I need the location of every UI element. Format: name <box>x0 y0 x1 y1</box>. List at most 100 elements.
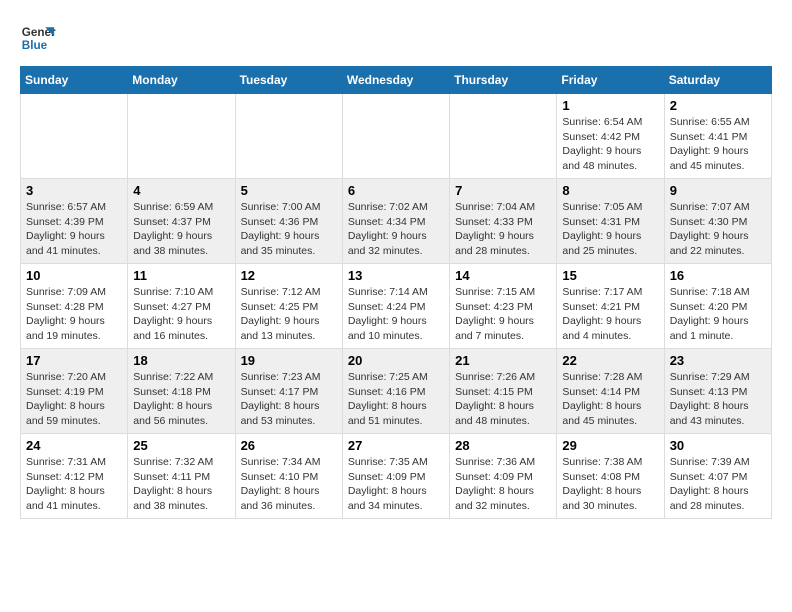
calendar-cell: 5 Sunrise: 7:00 AM Sunset: 4:36 PM Daylig… <box>235 179 342 264</box>
day-info: Sunrise: 7:18 AM Sunset: 4:20 PM Dayligh… <box>670 285 766 344</box>
calendar-cell: 20Sunrise: 7:25 AM Sunset: 4:16 PM Dayli… <box>342 349 449 434</box>
day-info: Sunrise: 6:54 AM Sunset: 4:42 PM Dayligh… <box>562 115 658 174</box>
day-number: 10 <box>26 268 122 283</box>
calendar-cell: 27Sunrise: 7:35 AM Sunset: 4:09 PM Dayli… <box>342 434 449 519</box>
day-info: Sunrise: 7:10 AM Sunset: 4:27 PM Dayligh… <box>133 285 229 344</box>
day-number: 24 <box>26 438 122 453</box>
day-number: 18 <box>133 353 229 368</box>
calendar-cell: 29 Sunrise: 7:38 AM Sunset: 4:08 PM Dayli… <box>557 434 664 519</box>
weekday-header-saturday: Saturday <box>664 67 771 94</box>
calendar-cell: 17 Sunrise: 7:20 AM Sunset: 4:19 PM Dayli… <box>21 349 128 434</box>
day-info: Sunrise: 7:35 AM Sunset: 4:09 PM Dayligh… <box>348 455 444 514</box>
day-info: Sunrise: 6:55 AM Sunset: 4:41 PM Dayligh… <box>670 115 766 174</box>
day-number: 16 <box>670 268 766 283</box>
day-info: Sunrise: 7:22 AM Sunset: 4:18 PM Dayligh… <box>133 370 229 429</box>
calendar-cell: 22 Sunrise: 7:28 AM Sunset: 4:14 PM Dayli… <box>557 349 664 434</box>
day-number: 17 <box>26 353 122 368</box>
calendar-cell <box>235 94 342 179</box>
calendar-cell: 13 Sunrise: 7:14 AM Sunset: 4:24 PM Dayli… <box>342 264 449 349</box>
day-number: 6 <box>348 183 444 198</box>
calendar-cell <box>128 94 235 179</box>
day-info: Sunrise: 7:39 AM Sunset: 4:07 PM Dayligh… <box>670 455 766 514</box>
day-info: Sunrise: 7:15 AM Sunset: 4:23 PM Dayligh… <box>455 285 551 344</box>
calendar-cell: 21 Sunrise: 7:26 AM Sunset: 4:15 PM Dayli… <box>450 349 557 434</box>
calendar-cell: 15Sunrise: 7:17 AM Sunset: 4:21 PM Dayli… <box>557 264 664 349</box>
day-number: 9 <box>670 183 766 198</box>
calendar-cell: 14 Sunrise: 7:15 AM Sunset: 4:23 PM Dayli… <box>450 264 557 349</box>
calendar-cell: 28 Sunrise: 7:36 AM Sunset: 4:09 PM Dayli… <box>450 434 557 519</box>
day-info: Sunrise: 7:29 AM Sunset: 4:13 PM Dayligh… <box>670 370 766 429</box>
calendar-week-row: 24 Sunrise: 7:31 AM Sunset: 4:12 PM Dayli… <box>21 434 772 519</box>
calendar-cell: 25 Sunrise: 7:32 AM Sunset: 4:11 PM Dayli… <box>128 434 235 519</box>
logo-icon: General Blue <box>20 20 56 56</box>
weekday-header-sunday: Sunday <box>21 67 128 94</box>
calendar-cell: 1 Sunrise: 6:54 AM Sunset: 4:42 PM Daylig… <box>557 94 664 179</box>
calendar-cell: 4 Sunrise: 6:59 AM Sunset: 4:37 PM Daylig… <box>128 179 235 264</box>
day-number: 12 <box>241 268 337 283</box>
calendar-cell <box>342 94 449 179</box>
day-info: Sunrise: 7:05 AM Sunset: 4:31 PM Dayligh… <box>562 200 658 259</box>
day-number: 14 <box>455 268 551 283</box>
day-info: Sunrise: 7:02 AM Sunset: 4:34 PM Dayligh… <box>348 200 444 259</box>
day-info: Sunrise: 7:09 AM Sunset: 4:28 PM Dayligh… <box>26 285 122 344</box>
day-info: Sunrise: 7:31 AM Sunset: 4:12 PM Dayligh… <box>26 455 122 514</box>
weekday-header-tuesday: Tuesday <box>235 67 342 94</box>
day-info: Sunrise: 7:26 AM Sunset: 4:15 PM Dayligh… <box>455 370 551 429</box>
weekday-header-friday: Friday <box>557 67 664 94</box>
calendar-cell: 12 Sunrise: 7:12 AM Sunset: 4:25 PM Dayli… <box>235 264 342 349</box>
calendar-table: SundayMondayTuesdayWednesdayThursdayFrid… <box>20 66 772 519</box>
calendar-cell: 8Sunrise: 7:05 AM Sunset: 4:31 PM Daylig… <box>557 179 664 264</box>
day-info: Sunrise: 7:32 AM Sunset: 4:11 PM Dayligh… <box>133 455 229 514</box>
calendar-week-row: 10 Sunrise: 7:09 AM Sunset: 4:28 PM Dayli… <box>21 264 772 349</box>
day-number: 28 <box>455 438 551 453</box>
day-number: 26 <box>241 438 337 453</box>
logo: General Blue <box>20 20 56 56</box>
calendar-cell: 30 Sunrise: 7:39 AM Sunset: 4:07 PM Dayli… <box>664 434 771 519</box>
day-info: Sunrise: 7:12 AM Sunset: 4:25 PM Dayligh… <box>241 285 337 344</box>
day-number: 19 <box>241 353 337 368</box>
weekday-header-thursday: Thursday <box>450 67 557 94</box>
calendar-cell: 9 Sunrise: 7:07 AM Sunset: 4:30 PM Daylig… <box>664 179 771 264</box>
day-info: Sunrise: 7:14 AM Sunset: 4:24 PM Dayligh… <box>348 285 444 344</box>
page-header: General Blue <box>20 20 772 56</box>
weekday-header-monday: Monday <box>128 67 235 94</box>
weekday-header-wednesday: Wednesday <box>342 67 449 94</box>
day-number: 13 <box>348 268 444 283</box>
day-info: Sunrise: 7:00 AM Sunset: 4:36 PM Dayligh… <box>241 200 337 259</box>
day-info: Sunrise: 7:38 AM Sunset: 4:08 PM Dayligh… <box>562 455 658 514</box>
day-info: Sunrise: 7:36 AM Sunset: 4:09 PM Dayligh… <box>455 455 551 514</box>
day-info: Sunrise: 7:28 AM Sunset: 4:14 PM Dayligh… <box>562 370 658 429</box>
day-info: Sunrise: 7:07 AM Sunset: 4:30 PM Dayligh… <box>670 200 766 259</box>
calendar-cell: 16 Sunrise: 7:18 AM Sunset: 4:20 PM Dayli… <box>664 264 771 349</box>
calendar-cell <box>450 94 557 179</box>
day-info: Sunrise: 7:17 AM Sunset: 4:21 PM Dayligh… <box>562 285 658 344</box>
day-info: Sunrise: 7:34 AM Sunset: 4:10 PM Dayligh… <box>241 455 337 514</box>
day-info: Sunrise: 6:59 AM Sunset: 4:37 PM Dayligh… <box>133 200 229 259</box>
day-number: 1 <box>562 98 658 113</box>
day-info: Sunrise: 7:20 AM Sunset: 4:19 PM Dayligh… <box>26 370 122 429</box>
day-number: 22 <box>562 353 658 368</box>
day-number: 3 <box>26 183 122 198</box>
day-number: 4 <box>133 183 229 198</box>
calendar-cell: 18 Sunrise: 7:22 AM Sunset: 4:18 PM Dayli… <box>128 349 235 434</box>
calendar-week-row: 17 Sunrise: 7:20 AM Sunset: 4:19 PM Dayli… <box>21 349 772 434</box>
day-number: 5 <box>241 183 337 198</box>
day-number: 11 <box>133 268 229 283</box>
day-number: 29 <box>562 438 658 453</box>
day-number: 25 <box>133 438 229 453</box>
calendar-cell: 24 Sunrise: 7:31 AM Sunset: 4:12 PM Dayli… <box>21 434 128 519</box>
calendar-cell: 11 Sunrise: 7:10 AM Sunset: 4:27 PM Dayli… <box>128 264 235 349</box>
day-number: 2 <box>670 98 766 113</box>
day-info: Sunrise: 7:25 AM Sunset: 4:16 PM Dayligh… <box>348 370 444 429</box>
calendar-cell: 6 Sunrise: 7:02 AM Sunset: 4:34 PM Daylig… <box>342 179 449 264</box>
day-number: 21 <box>455 353 551 368</box>
day-number: 30 <box>670 438 766 453</box>
day-number: 7 <box>455 183 551 198</box>
calendar-week-row: 1 Sunrise: 6:54 AM Sunset: 4:42 PM Daylig… <box>21 94 772 179</box>
calendar-cell: 26 Sunrise: 7:34 AM Sunset: 4:10 PM Dayli… <box>235 434 342 519</box>
svg-text:Blue: Blue <box>22 39 48 52</box>
calendar-cell: 7Sunrise: 7:04 AM Sunset: 4:33 PM Daylig… <box>450 179 557 264</box>
calendar-cell: 19 Sunrise: 7:23 AM Sunset: 4:17 PM Dayli… <box>235 349 342 434</box>
calendar-week-row: 3Sunrise: 6:57 AM Sunset: 4:39 PM Daylig… <box>21 179 772 264</box>
day-info: Sunrise: 7:23 AM Sunset: 4:17 PM Dayligh… <box>241 370 337 429</box>
